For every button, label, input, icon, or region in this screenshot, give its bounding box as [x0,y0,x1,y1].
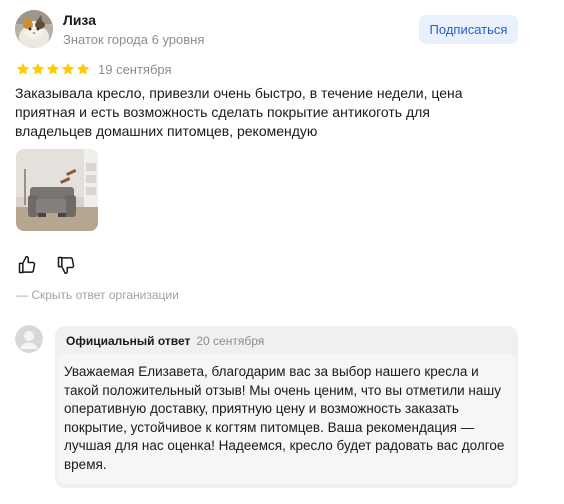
star-icon [61,62,75,75]
rating-stars [16,62,90,76]
subscribe-button[interactable]: Подписаться [419,15,518,44]
review-date: 19 сентября [98,62,172,77]
review-photo-thumbnail[interactable] [16,149,98,231]
official-answer-body: Уважаемая Елизавета, благодарим вас за в… [57,354,516,484]
star-icon [46,62,60,75]
dislike-button[interactable] [56,255,76,275]
hide-org-answer-link[interactable]: — Скрыть ответ организации [16,288,179,302]
official-answer-title: Официальный ответ [66,334,191,348]
star-icon [31,62,45,75]
review-text: Заказывала кресло, привезли очень быстро… [15,85,463,139]
user-avatar[interactable] [15,10,53,48]
author-level: Знаток города 6 уровня [63,32,205,47]
star-icon [76,62,90,75]
star-icon [16,62,30,75]
official-answer-date: 20 сентября [196,334,265,348]
author-name[interactable]: Лиза [63,12,96,28]
user-placeholder-icon [15,325,43,353]
official-answer: Официальный ответ 20 сентября Уважаемая Е… [55,326,518,488]
official-answer-header: Официальный ответ 20 сентября [66,334,264,348]
thumbs-up-icon [18,255,36,274]
cat-avatar-image [15,10,53,48]
like-button[interactable] [17,255,37,275]
org-avatar[interactable] [15,325,43,353]
thumbs-down-icon [57,256,75,275]
armchair-photo-image [16,149,98,231]
official-answer-text: Уважаемая Елизавета, благодарим вас за в… [64,364,505,472]
